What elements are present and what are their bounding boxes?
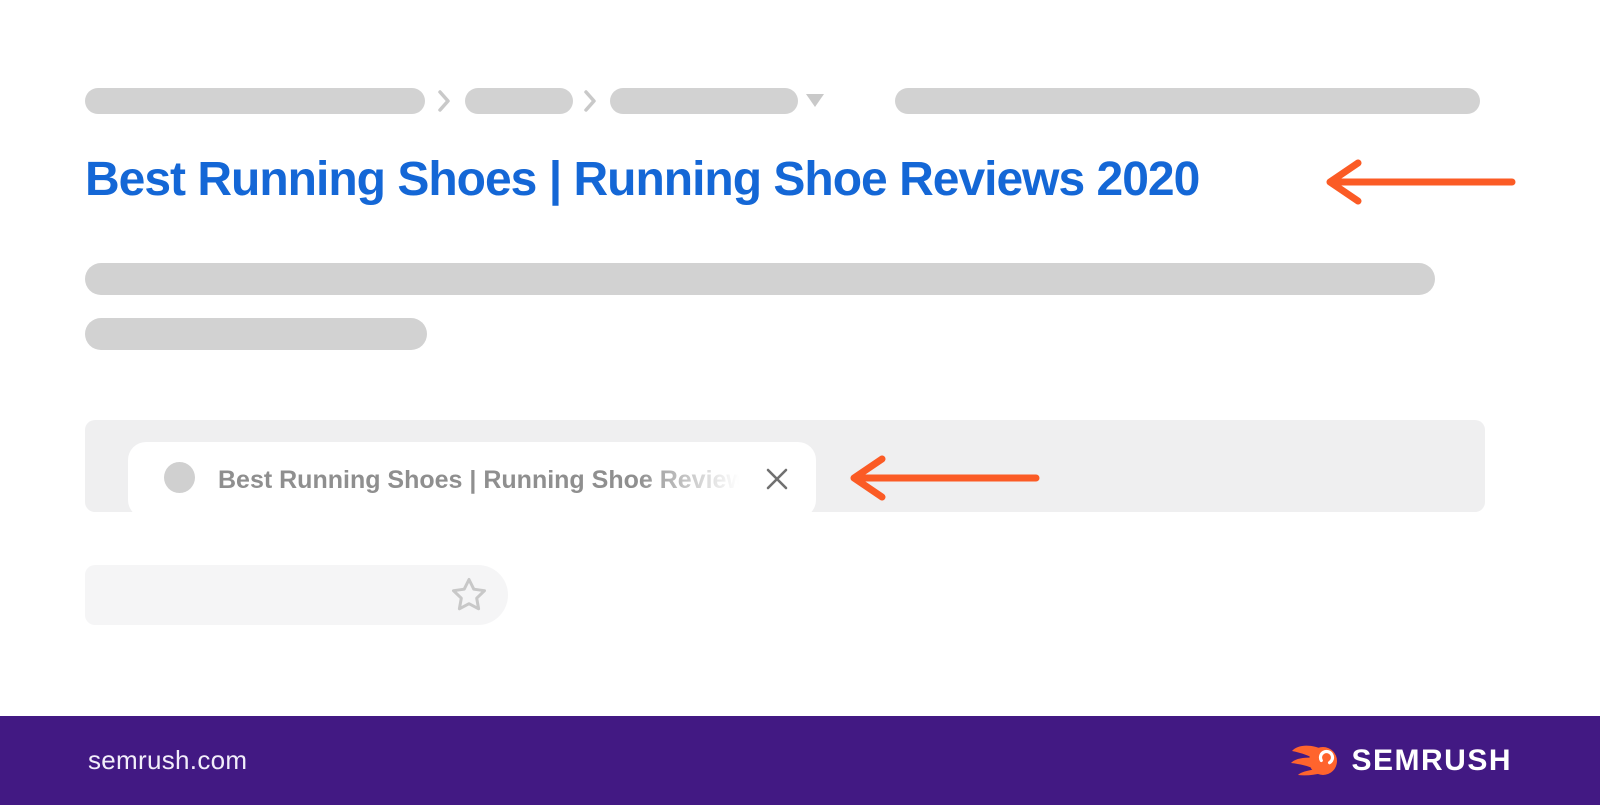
text-placeholder <box>85 263 1435 295</box>
bookmark-star-button[interactable] <box>449 576 489 616</box>
star-icon <box>450 576 488 614</box>
semrush-logo: SEMRUSH <box>1290 744 1512 778</box>
breadcrumb-placeholder <box>465 88 573 114</box>
breadcrumb-placeholder <box>610 88 798 114</box>
arrow-left-icon <box>1318 152 1518 212</box>
close-icon <box>763 465 791 493</box>
arrow-left-icon <box>842 448 1042 508</box>
semrush-logo-text: SEMRUSH <box>1351 744 1512 778</box>
footer-domain: semrush.com <box>88 745 247 776</box>
address-bar-placeholder <box>85 565 508 625</box>
text-placeholder <box>85 318 427 350</box>
url-placeholder <box>895 88 1480 114</box>
favicon-placeholder-icon <box>164 462 195 493</box>
caret-down-icon <box>806 94 824 107</box>
semrush-flame-icon <box>1290 744 1340 778</box>
chevron-right-icon <box>582 89 598 113</box>
chevron-right-icon <box>436 89 452 113</box>
browser-tab-title: Best Running Shoes | Running Shoe Review… <box>218 442 755 518</box>
footer: semrush.com SEMRUSH <box>0 716 1600 805</box>
tab-close-button[interactable] <box>761 463 793 495</box>
serp-result-title[interactable]: Best Running Shoes | Running Shoe Review… <box>85 150 1199 210</box>
semrush-serp-title-illustration: Best Running Shoes | Running Shoe Review… <box>0 0 1600 805</box>
breadcrumb-placeholder <box>85 88 425 114</box>
